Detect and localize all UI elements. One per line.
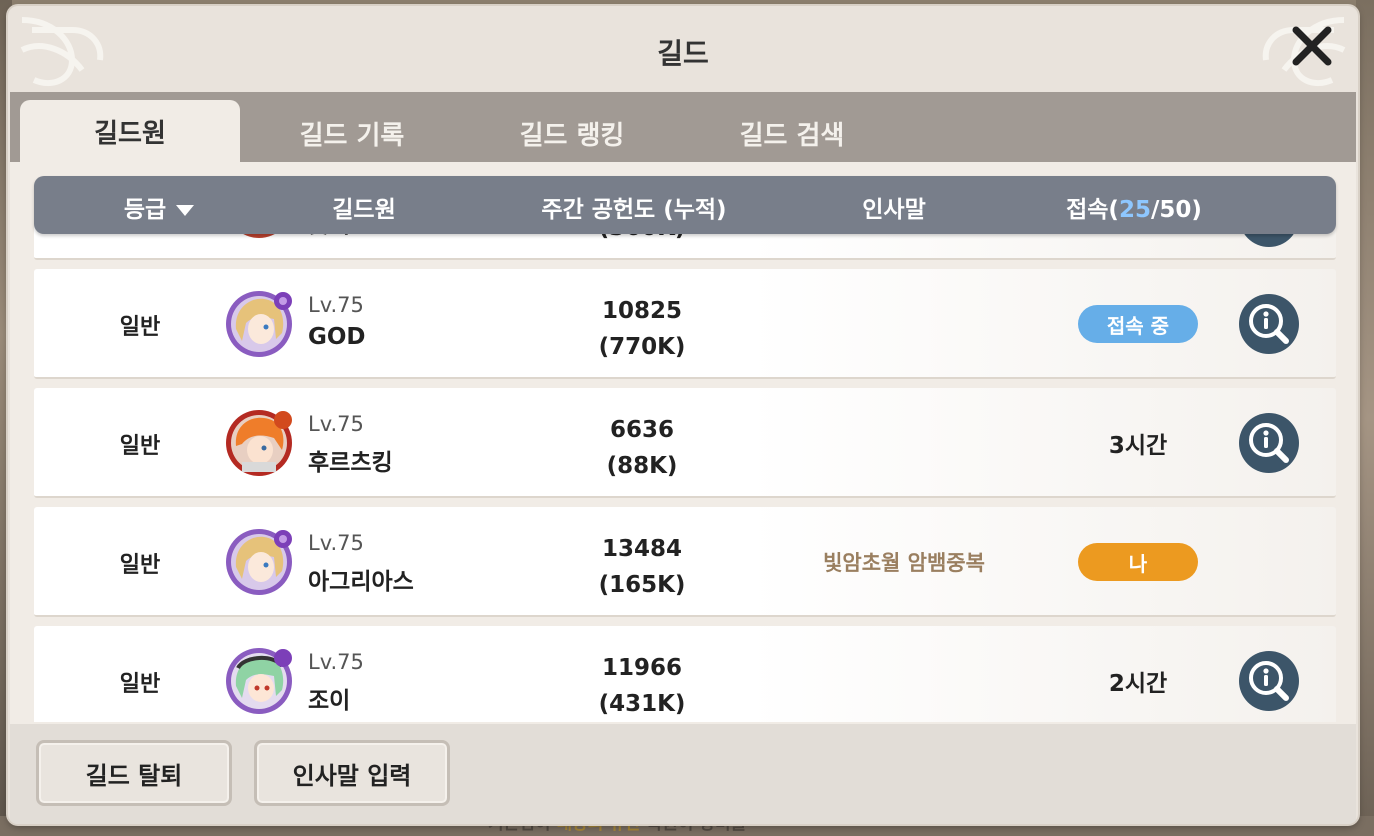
- status-badge-me: 나: [1078, 543, 1198, 581]
- member-contribution: 11966 (431K): [598, 655, 686, 717]
- avatar: [226, 410, 292, 476]
- header-member: 길드원: [332, 197, 396, 223]
- sort-by-grade[interactable]: 등급: [74, 190, 244, 224]
- member-contribution: 10825 (770K): [598, 298, 686, 360]
- tab-members[interactable]: 길드원: [20, 100, 240, 162]
- member-row[interactable]: 일반 Lv.75 GOD 10825 (770K) 접속 중: [34, 269, 1336, 379]
- member-contribution: 6636 (88K): [606, 417, 678, 479]
- member-grade: 일반: [119, 434, 161, 459]
- tab-guild-log[interactable]: 길드 기록: [242, 104, 462, 162]
- member-level: Lv.75: [308, 412, 364, 436]
- close-icon[interactable]: [1290, 24, 1334, 68]
- magnifier-info-icon[interactable]: [1238, 293, 1300, 355]
- header-greeting: 인사말: [862, 197, 926, 223]
- member-name: GOD: [308, 324, 366, 350]
- member-name: 조이: [308, 688, 351, 714]
- enter-greeting-button[interactable]: 인사말 입력: [254, 740, 450, 806]
- avatar: [226, 648, 292, 714]
- member-level: Lv.75: [308, 293, 364, 317]
- member-name: 아그리아스: [308, 569, 414, 595]
- leave-guild-button[interactable]: 길드 탈퇴: [36, 740, 232, 806]
- member-table-header: 등급 길드원 주간 공헌도 (누적) 인사말 접속(25/50): [34, 176, 1336, 234]
- last-seen-text: 3시간: [1108, 433, 1168, 459]
- member-contribution: 13484 (165K): [598, 536, 686, 598]
- magnifier-info-icon[interactable]: [1238, 412, 1300, 474]
- header-access: 접속(25/50): [1066, 197, 1202, 223]
- member-greeting: 빛암초월 암뱀중복: [823, 551, 985, 575]
- footer-bar: 길드 탈퇴 인사말 입력: [10, 724, 1356, 824]
- member-row[interactable]: 일반 Lv.75 후르츠킹 6636 (88K) 3시간: [34, 388, 1336, 498]
- members-panel: 봇이 (360K) 일반 Lv.75: [10, 162, 1356, 724]
- member-name: 후르츠킹: [308, 450, 393, 476]
- online-count: 25: [1118, 197, 1151, 223]
- member-grade: 일반: [119, 315, 161, 340]
- header-contribution: 주간 공헌도 (누적): [541, 197, 727, 223]
- guild-window: 길드 길드원 길드 기록 길드 랭킹 길드 검색 봇이 (360K): [8, 6, 1358, 824]
- window-title: 길드: [657, 37, 709, 70]
- member-row[interactable]: 일반 Lv.75 조이 11966 (431K) 2시간: [34, 626, 1336, 722]
- status-badge: 접속 중: [1078, 305, 1198, 343]
- triangle-down-icon: [176, 205, 195, 216]
- avatar: [226, 529, 292, 595]
- last-seen-text: 2시간: [1108, 671, 1168, 697]
- member-level: Lv.75: [308, 531, 364, 555]
- tab-guild-ranking[interactable]: 길드 랭킹: [462, 104, 682, 162]
- member-grade: 일반: [119, 672, 161, 697]
- tab-guild-search[interactable]: 길드 검색: [682, 104, 902, 162]
- member-grade: 일반: [119, 553, 161, 578]
- member-row[interactable]: 일반 Lv.75 아그리아스 13484 (165K) 빛암초월 암뱀중복 나: [34, 507, 1336, 617]
- member-level: Lv.75: [308, 650, 364, 674]
- tab-bar: 길드원 길드 기록 길드 랭킹 길드 검색: [10, 92, 1356, 162]
- member-list[interactable]: 봇이 (360K) 일반 Lv.75: [34, 218, 1336, 722]
- background-right: [1356, 0, 1374, 836]
- magnifier-info-icon[interactable]: [1238, 650, 1300, 712]
- avatar: [226, 291, 292, 357]
